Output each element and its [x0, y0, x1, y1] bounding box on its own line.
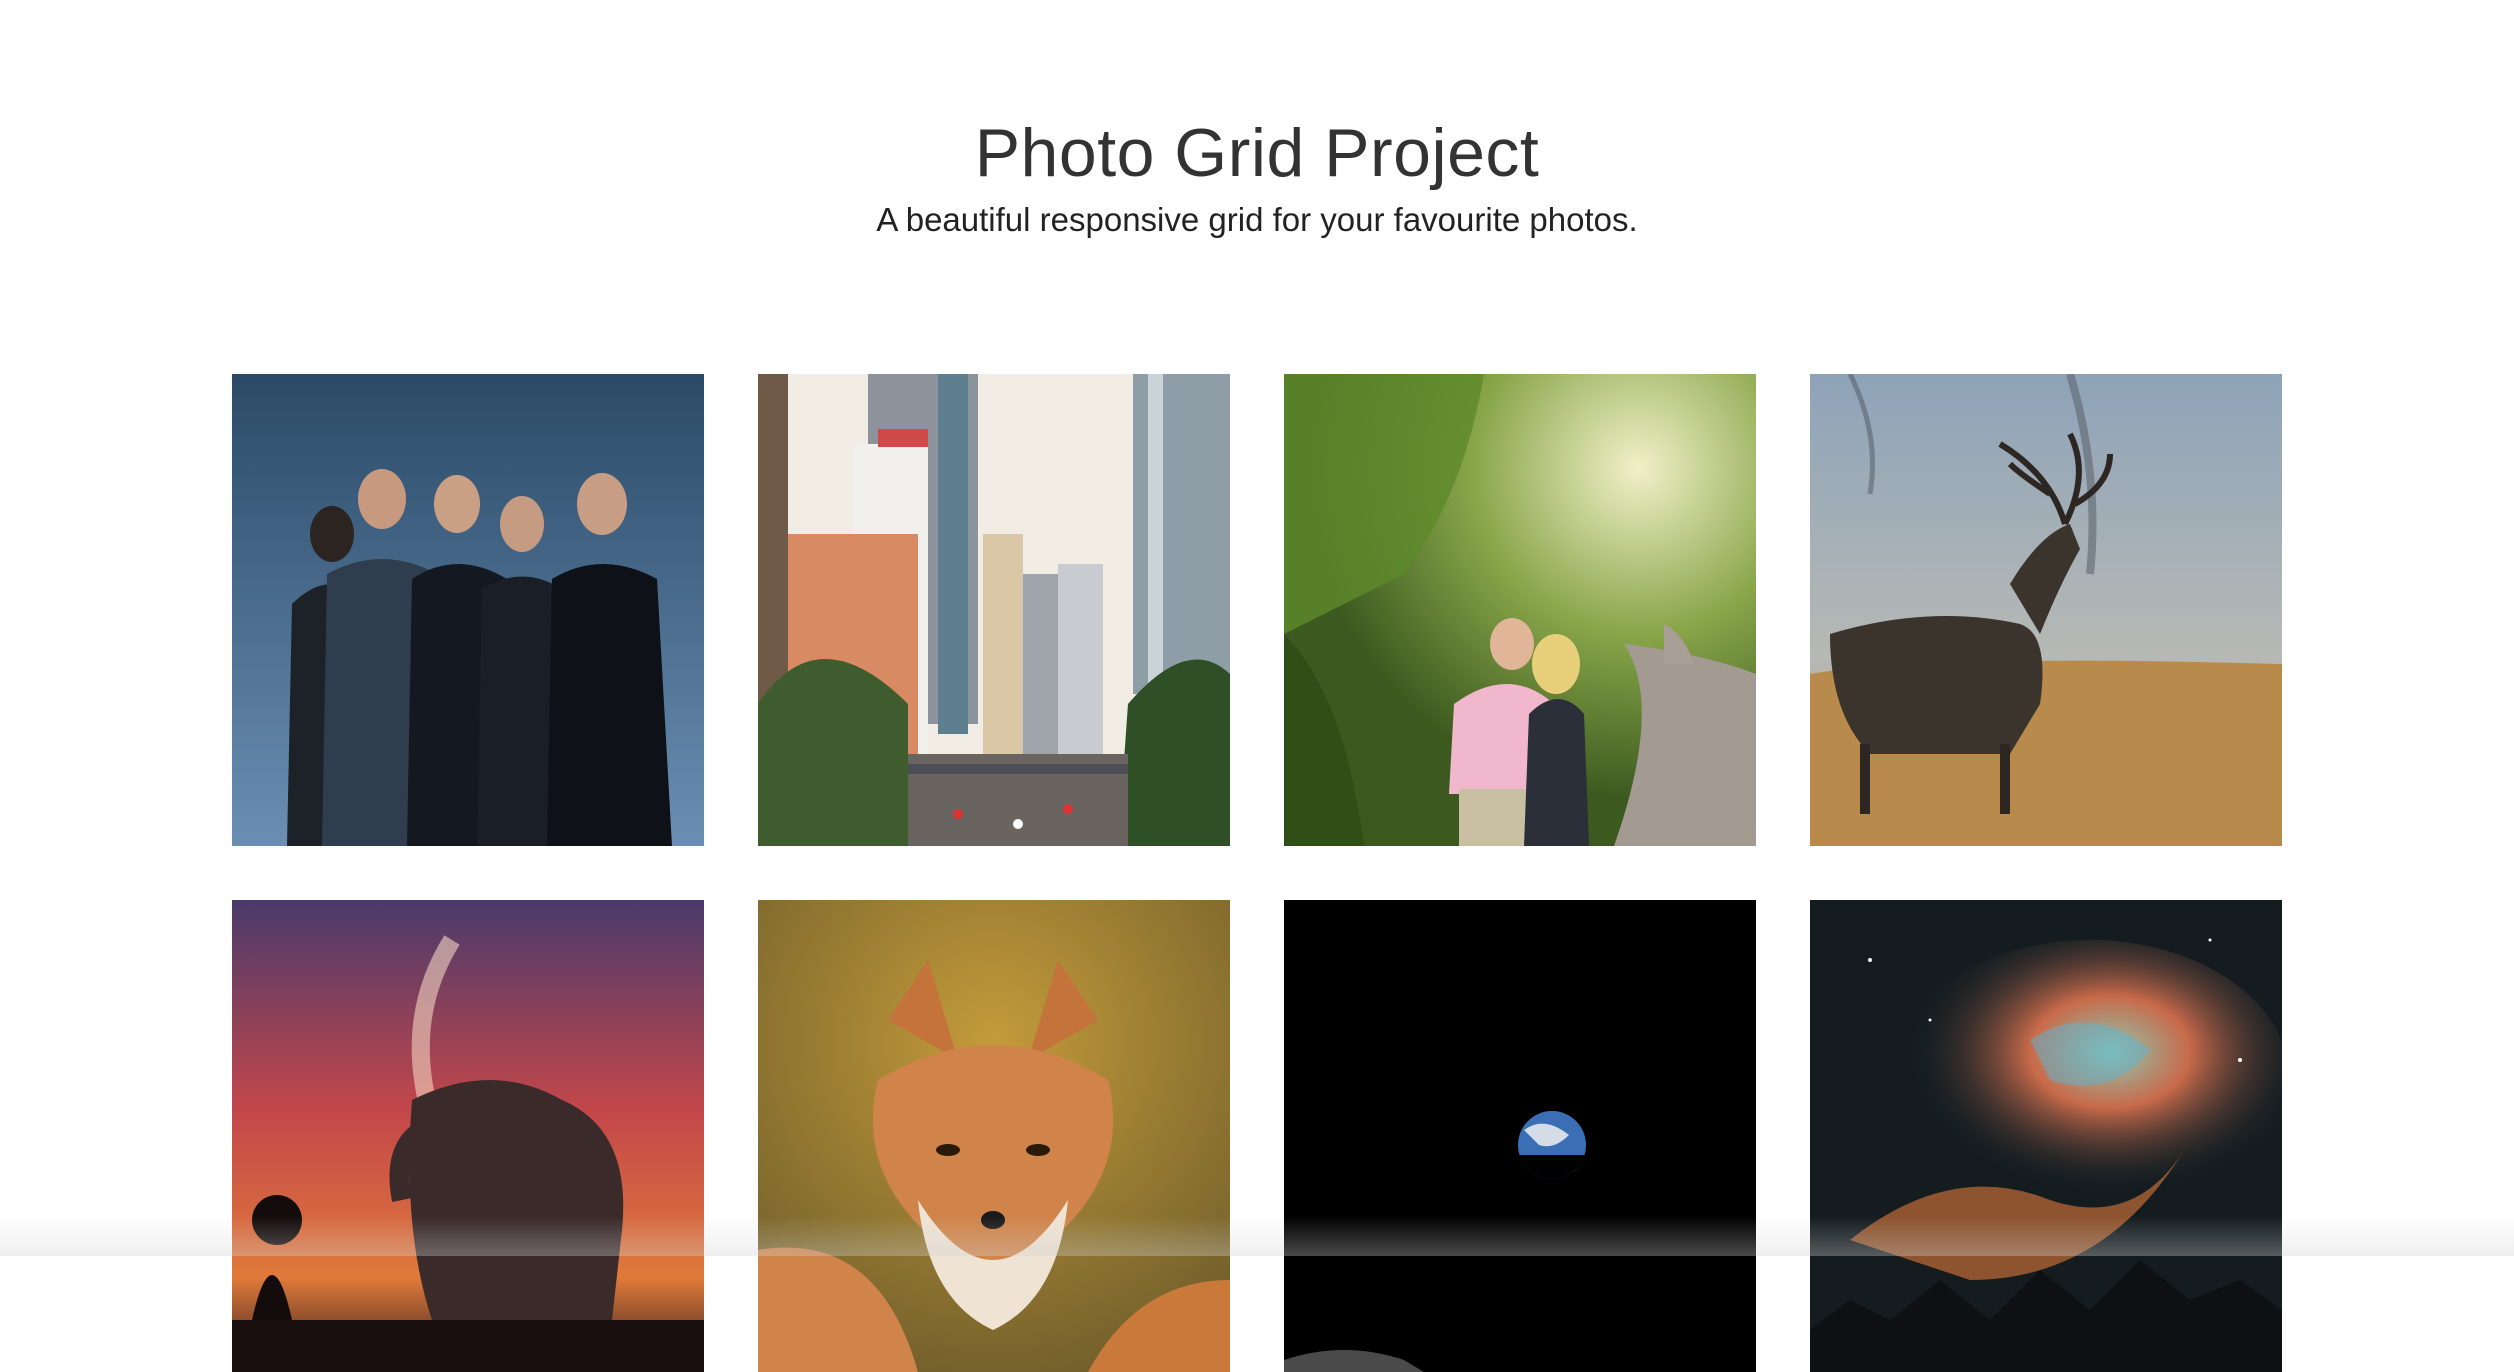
photo-nebula[interactable]	[1810, 900, 2282, 1372]
photo-couple-forest[interactable]	[1284, 374, 1756, 846]
photo-fox-image	[758, 900, 1230, 1372]
photo-earth-space[interactable]	[1284, 900, 1756, 1372]
photo-nebula-image	[1810, 900, 2282, 1372]
photo-stag[interactable]	[1810, 374, 2282, 846]
photo-couple-forest-image	[1284, 374, 1756, 846]
photo-city[interactable]	[758, 374, 1230, 846]
photo-fox[interactable]	[758, 900, 1230, 1372]
page-subtitle: A beautiful responsive grid for your fav…	[876, 201, 1638, 238]
photo-elephant-sunset-image	[232, 900, 704, 1372]
photo-grid	[232, 374, 2286, 1372]
photo-city-image	[758, 374, 1230, 846]
photo-earth-space-image	[1284, 900, 1756, 1372]
photo-stag-image	[1810, 374, 2282, 846]
photo-elephant-sunset[interactable]	[232, 900, 704, 1372]
page-title: Photo Grid Project	[974, 115, 1540, 191]
photo-band[interactable]	[232, 374, 704, 846]
photo-band-image	[232, 374, 704, 846]
